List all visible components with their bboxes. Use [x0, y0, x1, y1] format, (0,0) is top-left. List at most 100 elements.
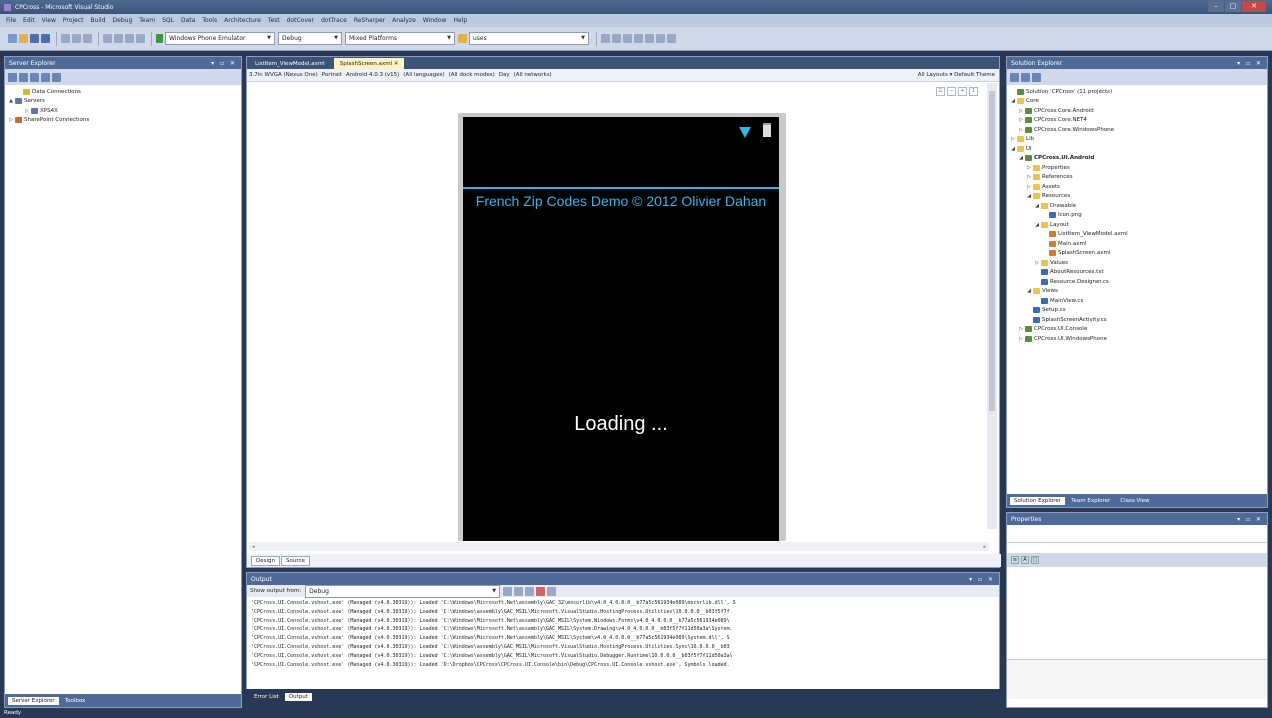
navigate-forward-icon[interactable] [136, 34, 145, 43]
tree-item[interactable]: ▷ Lib [1007, 135, 1267, 145]
navigate-back-icon[interactable] [125, 34, 134, 43]
tab-toolbox[interactable]: Toolbox [61, 697, 90, 705]
menu-build[interactable]: Build [90, 17, 105, 24]
panel-controls[interactable]: ▾ ▫ ✕ [211, 60, 237, 67]
menu-view[interactable]: View [42, 17, 56, 24]
tab-splashscreen[interactable]: SplashScreen.axml ✕ [333, 58, 405, 69]
tree-item[interactable]: ▷ SharePoint Connections [5, 116, 241, 126]
tab-listitem-viewmodel[interactable]: ListItem_ViewModel.axml [249, 58, 331, 69]
menu-analyze[interactable]: Analyze [392, 17, 416, 24]
start-debugging-icon[interactable] [156, 34, 163, 43]
properties-icon[interactable] [1010, 72, 1019, 82]
find-message-icon[interactable] [503, 586, 513, 596]
designer-config-item[interactable]: Day [499, 72, 510, 78]
copy-icon[interactable] [72, 34, 81, 43]
open-file-icon[interactable] [19, 34, 28, 43]
tree-item[interactable]: ▷ CPCross.Core.NET4 [1007, 116, 1267, 126]
tree-item[interactable]: ◢ CPCross.UI.Android [1007, 154, 1267, 164]
redo-icon[interactable] [114, 34, 123, 43]
menu-debug[interactable]: Debug [113, 17, 133, 24]
tree-item[interactable]: Setup.cs [1007, 306, 1267, 316]
undo-icon[interactable] [103, 34, 112, 43]
tree-item[interactable]: Icon.png [1007, 211, 1267, 221]
menu-dottrace[interactable]: dotTrace [321, 17, 347, 24]
expander-icon[interactable]: ▷ [1026, 174, 1032, 180]
zoom-in-icon[interactable]: + [958, 87, 967, 96]
tree-item[interactable]: ▲ Servers [5, 97, 241, 107]
toolbox-icon[interactable] [634, 34, 643, 43]
tree-item[interactable]: ▷ XPS4X [5, 106, 241, 116]
designer-horizontal-scrollbar[interactable]: ◂ ▸ [249, 542, 989, 551]
phone-screen[interactable]: French Zip Codes Demo © 2012 Olivier Dah… [463, 117, 779, 541]
tree-item[interactable]: ◢ Views [1007, 287, 1267, 297]
output-window-icon[interactable] [667, 34, 676, 43]
expander-icon[interactable]: ◢ [1026, 193, 1032, 199]
tree-item[interactable]: ◢ Layout [1007, 220, 1267, 230]
layout-theme-select[interactable]: All Layouts ▾ Default Theme [918, 72, 995, 78]
show-all-files-icon[interactable] [1021, 72, 1030, 82]
expander-icon[interactable]: ▷ [1018, 326, 1024, 332]
tab-server-explorer[interactable]: Server Explorer [8, 696, 59, 705]
close-button[interactable]: ✕ [1242, 1, 1266, 12]
expander-icon[interactable]: ◢ [1018, 155, 1024, 161]
menu-sql[interactable]: SQL [162, 17, 174, 24]
expander-icon[interactable]: ▷ [8, 117, 14, 123]
tree-item[interactable]: SplashScreenActivity.cs [1007, 315, 1267, 325]
paste-icon[interactable] [83, 34, 92, 43]
expander-icon[interactable]: ▷ [1026, 184, 1032, 190]
menu-architecture[interactable]: Architecture [224, 17, 261, 24]
tab-output[interactable]: Output [284, 692, 312, 701]
menu-dotcover[interactable]: dotCover [287, 17, 314, 24]
designer-config-item[interactable]: Portrait [322, 72, 342, 78]
tree-item[interactable]: Main.axml [1007, 239, 1267, 249]
tree-item[interactable]: ◢ Drawable [1007, 201, 1267, 211]
menu-resharper[interactable]: ReSharper [354, 17, 385, 24]
property-pages-icon[interactable]: □ [1031, 556, 1039, 564]
find-in-files-icon[interactable] [458, 34, 467, 43]
connect-sharepoint-icon[interactable] [52, 72, 61, 82]
tree-item[interactable]: ◢ Resources [1007, 192, 1267, 202]
menu-test[interactable]: Test [268, 17, 280, 24]
word-wrap-icon[interactable] [547, 586, 557, 596]
solution-platform-select[interactable]: Mixed Platforms ▼ [345, 32, 455, 45]
save-all-icon[interactable] [41, 34, 50, 43]
categorized-icon[interactable]: ≡ [1011, 556, 1019, 564]
tree-item[interactable]: ◢ Core [1007, 97, 1267, 107]
tree-item[interactable]: ▷ CPCross.Core.WindowsPhone [1007, 125, 1267, 135]
alphabetical-icon[interactable]: A [1021, 556, 1029, 564]
stop-refresh-icon[interactable] [19, 72, 28, 82]
solution-explorer-icon[interactable] [601, 34, 610, 43]
menu-edit[interactable]: Edit [23, 17, 35, 24]
expander-icon[interactable]: ▷ [1034, 260, 1040, 266]
expander-icon[interactable]: ▲ [8, 98, 14, 104]
tab-class-view[interactable]: Class View [1116, 497, 1153, 505]
expander-icon[interactable]: ▷ [24, 108, 30, 114]
menu-file[interactable]: File [6, 17, 16, 24]
zoom-fit-icon[interactable]: ⊡ [936, 87, 945, 96]
tree-item[interactable]: SplashScreen.axml [1007, 249, 1267, 259]
extension-manager-icon[interactable] [656, 34, 665, 43]
minimize-button[interactable]: – [1208, 1, 1224, 12]
tab-source[interactable]: Source [281, 555, 310, 566]
refresh-icon[interactable] [1032, 72, 1041, 82]
tab-team-explorer[interactable]: Team Explorer [1067, 497, 1114, 505]
solution-config-select[interactable]: Debug ▼ [278, 32, 342, 45]
panel-controls[interactable]: ▾ ▫ ✕ [1237, 516, 1263, 523]
panel-controls[interactable]: ▾ ▫ ✕ [969, 576, 995, 583]
output-text[interactable]: 'CPCross.UI.Console.vshost.exe' (Managed… [247, 597, 992, 671]
menu-data[interactable]: Data [181, 17, 195, 24]
menu-window[interactable]: Window [423, 17, 447, 24]
expander-icon[interactable]: ◢ [1034, 222, 1040, 228]
object-browser-icon[interactable] [623, 34, 632, 43]
tree-item[interactable]: ▷ CPCross.UI.Console [1007, 325, 1267, 335]
tree-item[interactable]: ▷ Values [1007, 258, 1267, 268]
save-icon[interactable] [30, 34, 39, 43]
refresh-icon[interactable] [8, 72, 17, 82]
expander-icon[interactable]: ▷ [1010, 136, 1016, 142]
panel-controls[interactable]: ▾ ▫ ✕ [1237, 60, 1263, 67]
designer-config-item[interactable]: (All networks) [514, 72, 552, 78]
cut-icon[interactable] [61, 34, 70, 43]
connect-database-icon[interactable] [30, 72, 39, 82]
expander-icon[interactable]: ▷ [1018, 336, 1024, 342]
zoom-out-icon[interactable]: − [947, 87, 956, 96]
